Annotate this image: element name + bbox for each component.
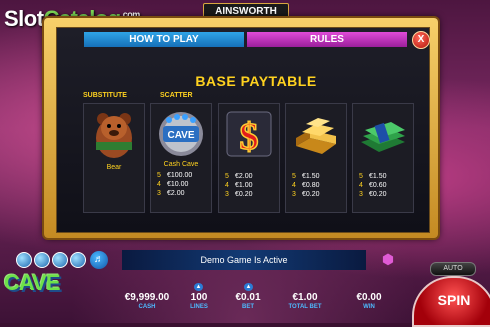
logo-word: CAVE [4, 270, 60, 295]
symbol-card-cash-stack: 5 €1.50 4 €0.60 3 €0.20 [352, 103, 414, 213]
dollar-pays: 5 €2.00 4 €1.00 3 €0.20 [225, 173, 253, 198]
dollar-sign-icon: $ [223, 108, 275, 160]
bet-up-icon[interactable]: ▲ [244, 283, 253, 291]
total-bet-value: €1.00 [292, 292, 318, 303]
bet-value: €0.01 [235, 292, 261, 303]
win-display: €0.00 WIN [348, 292, 390, 310]
cash-stack-pays: 5 €1.50 4 €0.60 3 €0.20 [359, 173, 387, 198]
tab-how-to-play[interactable]: HOW TO PLAY [84, 32, 244, 47]
bet-display: €0.01 BET [228, 292, 268, 310]
speaker-icon[interactable]: ♬ [90, 251, 108, 269]
cash-display: €9,999.00 CASH [118, 292, 176, 310]
svg-text:CAVE: CAVE [167, 130, 194, 141]
logo-ball-s [52, 252, 68, 268]
cash-stack-icon [357, 108, 409, 160]
symbol-card-gold-bars: 5 €1.50 4 €0.80 3 €0.20 [285, 103, 347, 213]
lines-value: 100 [190, 292, 208, 303]
cash-cave-logo: CAVE [2, 248, 90, 308]
lines-label: LINES [190, 304, 208, 310]
menu-icon[interactable]: ⬢ [380, 251, 396, 267]
status-message: Demo Game Is Active [122, 250, 366, 270]
cash-label: CASH [138, 304, 156, 310]
cash-cave-icon: CAVE [155, 108, 207, 160]
svg-text:$: $ [240, 116, 259, 158]
symbol-card-dollar: $ 5 €2.00 4 €1.00 3 €0.20 [218, 103, 280, 213]
gold-bars-pays: 5 €1.50 4 €0.80 3 €0.20 [292, 173, 320, 198]
auto-button[interactable]: AUTO [430, 262, 476, 276]
logo-ball-c [16, 252, 32, 268]
close-button[interactable]: X [412, 31, 430, 49]
cash-value: €9,999.00 [124, 292, 170, 303]
symbol-card-cash-cave: CAVE Cash Cave 5 €100.00 4 €10.00 3 €2.00 [150, 103, 212, 213]
tab-rules[interactable]: RULES [247, 32, 407, 47]
bear-caption: Bear [106, 164, 122, 171]
win-value: €0.00 [356, 292, 382, 303]
bet-label: BET [242, 304, 254, 310]
bear-icon [88, 108, 140, 160]
win-label: WIN [363, 304, 375, 310]
total-bet-label: TOTAL BET [288, 304, 322, 310]
logo-ball-h [70, 252, 86, 268]
symbol-card-bear: Bear [83, 103, 145, 213]
cash-cave-pays: 5 €100.00 4 €10.00 3 €2.00 [157, 172, 193, 197]
paytable-title: BASE PAYTABLE [195, 73, 317, 89]
lines-display: 100 LINES [184, 292, 214, 310]
cash-cave-caption: Cash Cave [163, 161, 199, 168]
substitute-label: SUBSTITUTE [83, 92, 127, 99]
logo-ball-a [34, 252, 50, 268]
lines-up-icon[interactable]: ▲ [194, 283, 203, 291]
total-bet-display: €1.00 TOTAL BET [280, 292, 330, 310]
gold-bars-icon [290, 108, 342, 160]
scatter-label: SCATTER [160, 92, 193, 99]
